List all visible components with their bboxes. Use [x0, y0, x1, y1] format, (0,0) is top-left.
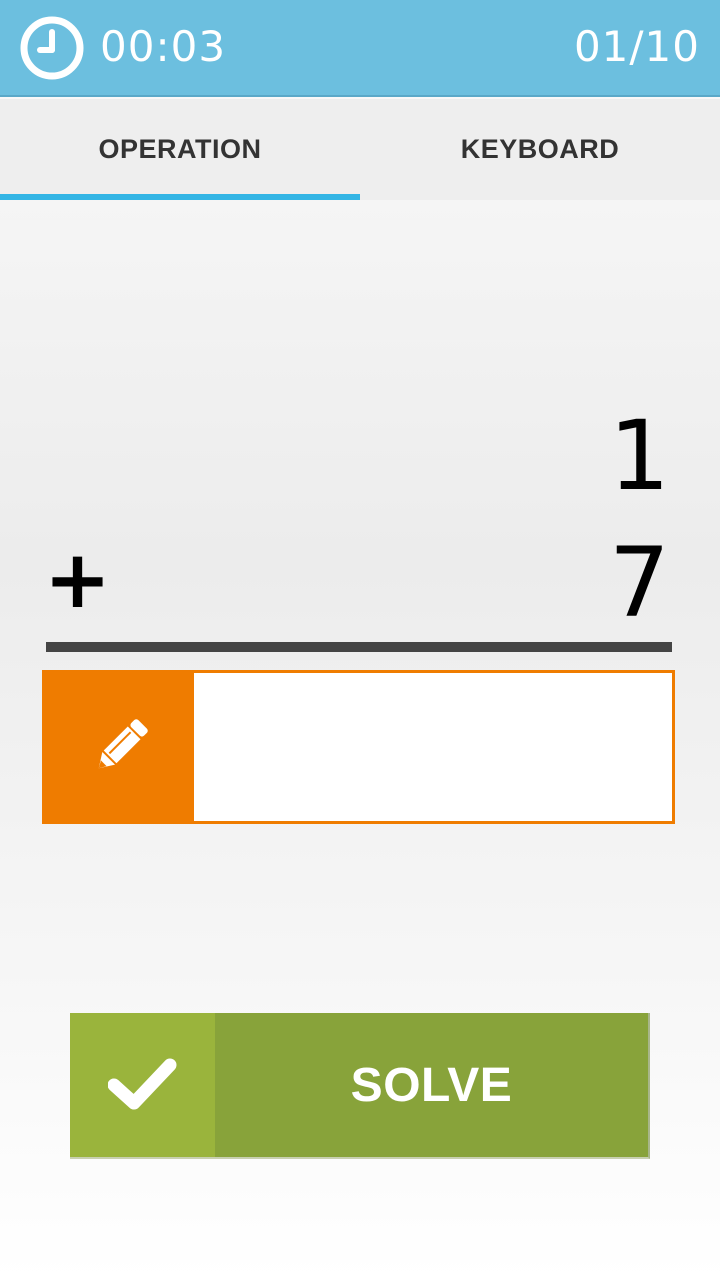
check-icon-box: [70, 1013, 215, 1157]
clock-icon: [20, 16, 84, 80]
operand-2: 7: [608, 527, 670, 639]
tab-keyboard-label: KEYBOARD: [460, 134, 620, 164]
answer-input[interactable]: [197, 676, 671, 818]
answer-field-container: [42, 670, 675, 824]
solve-button[interactable]: SOLVE: [70, 1013, 650, 1159]
tab-operation-label: OPERATION: [98, 134, 262, 164]
pencil-icon: [98, 719, 148, 769]
operator-sign: +: [44, 533, 112, 626]
top-bar: 00:03 01/10: [0, 0, 720, 97]
tab-keyboard[interactable]: KEYBOARD: [360, 99, 720, 200]
solve-button-label: SOLVE: [350, 1058, 513, 1112]
tab-bar: OPERATION KEYBOARD: [0, 99, 720, 200]
tab-selected-indicator: [0, 194, 360, 200]
pencil-icon-box: [45, 673, 194, 821]
sum-divider-line: [46, 642, 672, 652]
check-icon: [107, 1058, 176, 1110]
timer-display: 00:03: [100, 22, 227, 71]
question-counter: 01/10: [573, 22, 700, 71]
tab-operation[interactable]: OPERATION: [0, 99, 360, 200]
operand-1: 1: [608, 400, 670, 512]
